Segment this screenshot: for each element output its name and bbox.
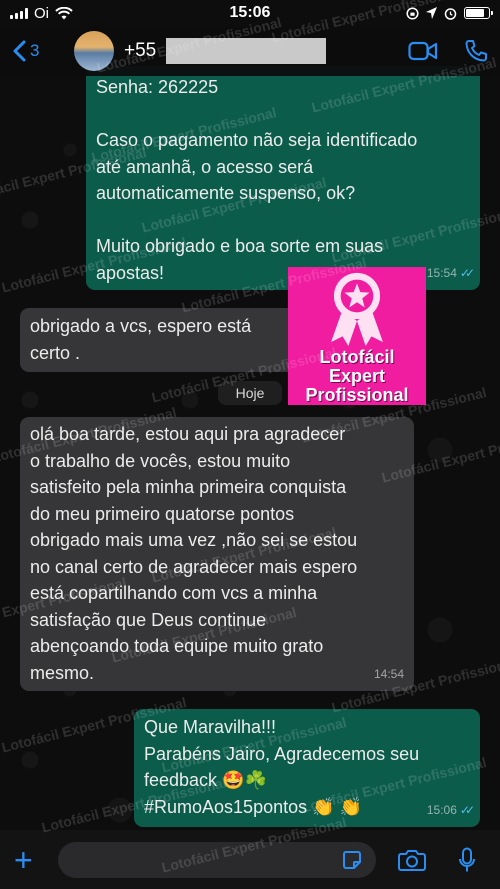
message-line: o trabalho de vocês, estou muito: [30, 450, 291, 471]
award-ribbon-icon: [331, 272, 383, 346]
incoming-message[interactable]: obrigado a vcs, espero está certo .: [20, 308, 300, 372]
battery-icon: [464, 7, 493, 19]
signal-icon: [10, 7, 28, 19]
message-line: #RumoAos15pontos 👏 👏: [144, 796, 362, 817]
clock: 15:06: [229, 4, 271, 21]
chat-header: 3 +55: [0, 26, 500, 76]
outgoing-message[interactable]: Que Maravilha!!! Parabéns Jairo, Agradec…: [134, 709, 480, 827]
message-time: 15:06: [426, 802, 457, 817]
message-line: certo .: [30, 342, 81, 363]
message-line: obrigado a vcs, espero está: [30, 316, 252, 336]
message-composer: +: [0, 830, 500, 889]
message-line: satisfeito pela minha primeira conquista: [30, 477, 347, 497]
message-line: abençoando toda equipe muito grato: [30, 636, 324, 656]
message-line: Parabéns Jairo, Agradecemos seu: [144, 743, 420, 764]
message-line: mesmo.: [30, 662, 95, 683]
screen-rotation-lock-icon: [406, 6, 419, 20]
message-line: Que Maravilha!!!: [144, 717, 277, 737]
message-line: satisfação que Deus continue: [30, 609, 267, 630]
attach-plus-button[interactable]: +: [14, 844, 42, 876]
message-line: automaticamente suspenso, ok?: [96, 183, 356, 203]
brand-logo: Lotofácil Expert Profissional: [288, 267, 426, 405]
camera-icon[interactable]: [398, 849, 426, 871]
double-check-icon: ✓✓: [459, 802, 475, 817]
message-line: até amanhã, o acesso será: [96, 156, 314, 177]
message-time: 15:54: [426, 265, 457, 280]
message-input[interactable]: [58, 841, 376, 878]
message-line: feedback 🤩☘️: [144, 770, 267, 790]
video-call-icon[interactable]: [408, 41, 438, 61]
outgoing-message[interactable]: Senha: 262225 Caso o pagamento não seja …: [86, 66, 480, 290]
message-line: [96, 101, 470, 128]
message-meta: 14:54: [374, 661, 404, 688]
message-line: obrigado mais uma vez ,não sei se estou: [30, 530, 358, 550]
contact-name[interactable]: +55: [124, 38, 327, 64]
microphone-icon[interactable]: [458, 847, 476, 873]
unread-count: 3: [30, 41, 40, 60]
message-line: Muito obrigado e boa sorte em suas: [96, 236, 384, 256]
message-line: olá boa tarde, estou aqui pra agradecer: [30, 424, 346, 444]
message-meta: 15:54 ✓✓: [426, 260, 475, 287]
date-separator: Hoje: [218, 381, 282, 405]
message-time: 14:54: [373, 666, 404, 681]
wifi-icon: [55, 6, 73, 19]
back-button[interactable]: 3: [12, 40, 74, 62]
carrier-label: Oi: [34, 4, 49, 22]
message-line: do meu primeiro quatorse pontos: [30, 503, 295, 524]
message-line: no canal certo de agradecer mais espero: [30, 556, 358, 577]
message-line: está copartilhando com vcs a minha: [30, 583, 318, 603]
chevron-left-icon: [13, 40, 26, 62]
sticker-icon[interactable]: [342, 850, 362, 870]
message-line: [96, 207, 470, 234]
double-check-icon: ✓✓: [459, 265, 475, 280]
contact-avatar[interactable]: [74, 31, 114, 71]
message-meta: 15:06 ✓✓: [426, 797, 475, 824]
location-icon: [426, 7, 437, 19]
alarm-icon: [444, 7, 457, 20]
message-line: Senha: 262225: [96, 77, 219, 97]
phone-call-icon[interactable]: [464, 39, 488, 63]
redacted-number: [166, 38, 327, 64]
status-bar: Oi 15:06: [0, 0, 500, 26]
brand-logo-text: Lotofácil Expert Profissional: [305, 347, 409, 405]
incoming-message[interactable]: olá boa tarde, estou aqui pra agradecer …: [20, 417, 414, 691]
message-line: Caso o pagamento não seja identificado: [96, 130, 418, 150]
